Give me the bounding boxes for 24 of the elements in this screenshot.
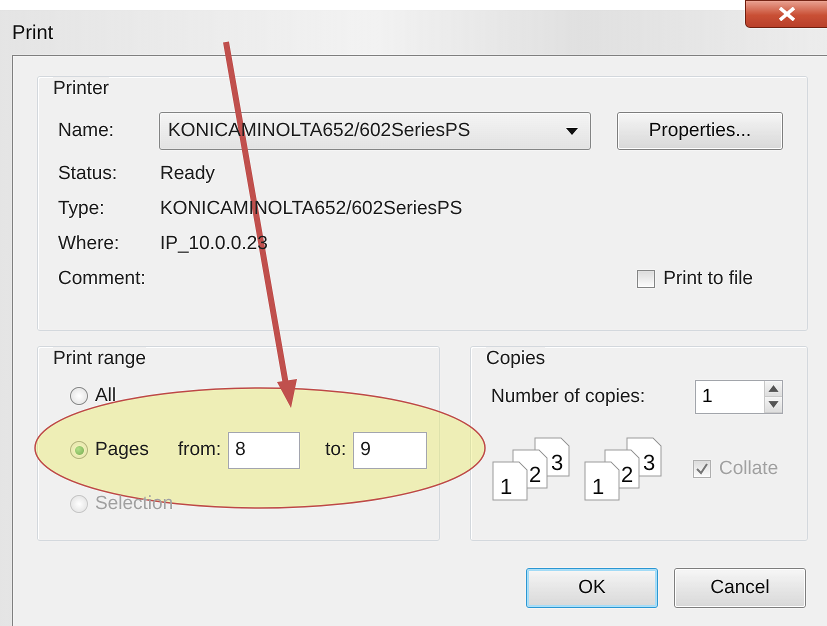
info-label: Where: bbox=[58, 233, 120, 255]
field-label: Number of copies: bbox=[491, 386, 646, 408]
properties-button[interactable]: Properties... bbox=[616, 112, 783, 150]
copies-field[interactable]: 1 bbox=[696, 381, 764, 413]
field-label: from: bbox=[178, 439, 222, 461]
field-label: Name: bbox=[58, 120, 114, 142]
dialog-button[interactable]: OK bbox=[526, 568, 658, 608]
info-label: Type: bbox=[58, 198, 106, 220]
radio-label: All bbox=[95, 385, 116, 407]
info-value: Ready bbox=[160, 163, 216, 185]
radio-label: Selection bbox=[95, 493, 174, 515]
dialog-button[interactable]: Cancel bbox=[674, 568, 806, 608]
info-label: Status: bbox=[58, 163, 118, 185]
field-label: to: bbox=[325, 439, 346, 461]
checkbox-label: Print to file bbox=[663, 268, 753, 290]
from-page-field[interactable]: 8 bbox=[228, 432, 300, 468]
info-label: Comment: bbox=[58, 268, 147, 290]
window-title: Print bbox=[12, 22, 54, 45]
checkbox-label: Collate bbox=[719, 458, 778, 480]
radio-label: Pages bbox=[95, 439, 149, 461]
copies-spinner[interactable]: 1 bbox=[695, 380, 783, 414]
to-page-field[interactable]: 9 bbox=[353, 432, 428, 468]
group-title: Print range bbox=[53, 347, 146, 370]
group-title: Copies bbox=[486, 347, 546, 370]
